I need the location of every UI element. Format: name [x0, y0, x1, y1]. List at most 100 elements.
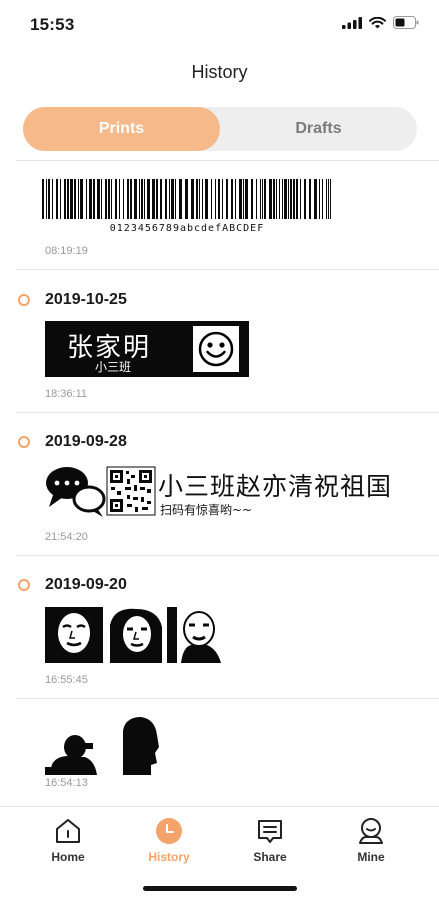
- silhouette-image: [45, 717, 159, 775]
- status-icons: [342, 16, 419, 29]
- history-icon: [153, 815, 185, 847]
- barcode-bar: [171, 179, 174, 219]
- name-label-preview: 张家明 小三班: [45, 321, 249, 377]
- barcode-bar: [218, 179, 220, 219]
- barcode-bar: [290, 179, 292, 219]
- barcode-bar: [156, 179, 158, 219]
- barcode-bar: [243, 179, 244, 219]
- barcode-bar: [56, 179, 58, 219]
- barcode-bar: [115, 179, 117, 219]
- barcode-bar: [314, 179, 317, 219]
- portrait-image: [167, 607, 225, 663]
- barcode-bar: [319, 179, 320, 219]
- barcode-bar: [226, 179, 228, 219]
- history-list[interactable]: 0123456789abcdefABCDEF 08:19:19 2019-10-…: [0, 161, 439, 806]
- barcode-bar: [80, 179, 83, 219]
- barcode-bar: [300, 179, 301, 219]
- label-subtitle: 扫码有惊喜哟~~: [160, 503, 253, 517]
- smiley-icon: [193, 326, 239, 372]
- page-title: History: [191, 62, 248, 82]
- portrait-image: [106, 607, 164, 663]
- mine-icon: [355, 815, 387, 847]
- barcode-bar: [260, 179, 261, 219]
- barcode-bar: [296, 179, 298, 219]
- timeline-dot: [18, 579, 30, 591]
- label-class: 小三班: [95, 360, 132, 374]
- barcode-bar: [127, 179, 129, 219]
- qr-code-icon: [106, 466, 156, 516]
- barcode-bar: [89, 179, 92, 219]
- barcode-bar: [139, 179, 140, 219]
- barcode-bar: [160, 179, 162, 219]
- barcode-bar: [235, 179, 236, 219]
- label-title: 小三班赵亦清祝祖国: [158, 472, 393, 501]
- tab-home-label: Home: [51, 850, 85, 864]
- barcode-bar: [288, 179, 289, 219]
- print-time: 21:54:20: [45, 531, 88, 543]
- barcode-bar: [215, 179, 216, 219]
- barcode-bar: [119, 179, 120, 219]
- status-time: 15:53: [30, 15, 75, 34]
- barcode-bar: [147, 179, 150, 219]
- history-item[interactable]: 0123456789abcdefABCDEF 08:19:19: [0, 161, 439, 270]
- barcode-bar: [231, 179, 233, 219]
- barcode-bar: [60, 179, 61, 219]
- tab-mine[interactable]: Mine: [331, 815, 411, 865]
- barcode-bar: [179, 179, 182, 219]
- barcode-bar: [144, 179, 145, 219]
- battery-icon: [393, 16, 419, 29]
- barcode-bar: [273, 179, 275, 219]
- tab-prints[interactable]: Prints: [23, 107, 220, 151]
- barcode-bar: [191, 179, 194, 219]
- barcode-bar: [256, 179, 257, 219]
- barcode-bar: [185, 179, 188, 219]
- barcode-value: 0123456789abcdefABCDEF: [109, 223, 265, 234]
- barcode-bar: [46, 179, 47, 219]
- barcode-bar: [101, 179, 102, 219]
- barcode-bar: [67, 179, 69, 219]
- barcode-bar: [309, 179, 311, 219]
- barcode-preview: [42, 179, 331, 219]
- barcode-bar: [111, 179, 112, 219]
- barcode-bar: [251, 179, 253, 219]
- barcode-bar: [141, 179, 143, 219]
- barcode-bar: [279, 179, 280, 219]
- barcode-bar: [48, 179, 50, 219]
- tab-mine-label: Mine: [357, 850, 385, 864]
- barcode-bar: [86, 179, 87, 219]
- barcode-bar: [97, 179, 100, 219]
- barcode-bar: [262, 179, 263, 219]
- tab-drafts[interactable]: Drafts: [220, 107, 417, 151]
- tab-home[interactable]: Home: [28, 815, 108, 865]
- barcode-bar: [202, 179, 203, 219]
- history-segment-control: Prints Drafts: [23, 107, 417, 151]
- barcode-bar: [42, 179, 44, 219]
- print-time: 18:36:11: [45, 388, 88, 400]
- timeline-dot: [18, 436, 30, 448]
- barcode-bar: [78, 179, 79, 219]
- tab-history[interactable]: History: [129, 815, 209, 865]
- barcode-bar: [282, 179, 283, 219]
- barcode-bar: [175, 179, 176, 219]
- print-time: 08:19:19: [45, 245, 88, 257]
- tab-share[interactable]: Share: [230, 815, 310, 865]
- tab-share-label: Share: [253, 850, 287, 864]
- chat-bubbles-icon: [46, 467, 106, 517]
- barcode-bar: [293, 179, 295, 219]
- cellular-signal-icon: [342, 16, 362, 29]
- barcode-bar: [326, 179, 327, 219]
- barcode-bar: [196, 179, 198, 219]
- barcode-bar: [123, 179, 124, 219]
- home-icon: [52, 815, 84, 847]
- timeline-dot: [18, 294, 30, 306]
- barcode-bar: [222, 179, 223, 219]
- barcode-bar: [304, 179, 306, 219]
- barcode-bar: [74, 179, 76, 219]
- barcode-bar: [64, 179, 66, 219]
- tab-history-label: History: [148, 850, 190, 864]
- barcode-bar: [330, 179, 331, 219]
- portrait-image: [45, 607, 103, 663]
- share-icon: [254, 815, 286, 847]
- barcode-bar: [130, 179, 132, 219]
- barcode-bar: [134, 179, 137, 219]
